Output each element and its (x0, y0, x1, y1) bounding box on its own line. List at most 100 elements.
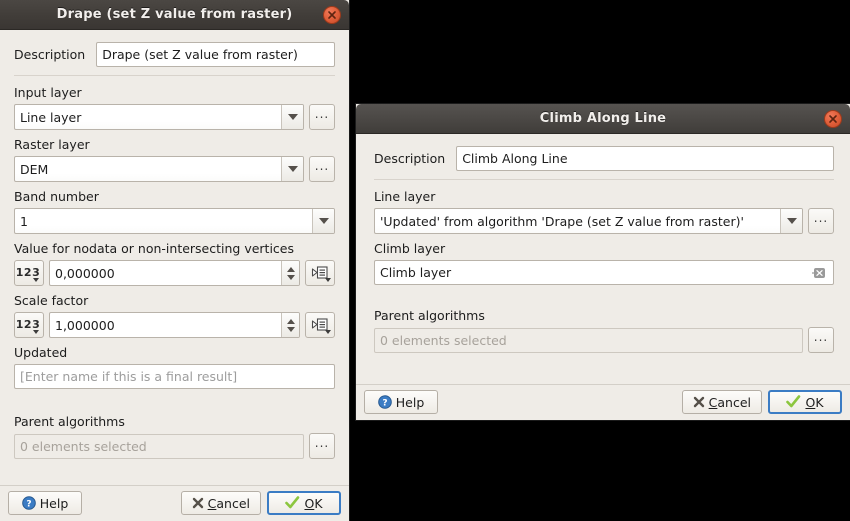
climb-dialog-footer: ? Help Cancel OK (356, 384, 850, 420)
nodata-value-row: 123 0,000000 (14, 260, 335, 286)
description-input[interactable]: Drape (set Z value from raster) (96, 42, 335, 67)
raster-layer-label: Raster layer (14, 137, 90, 152)
desktop-background: Drape (set Z value from raster) Descript… (0, 0, 850, 521)
parent-algorithms-block: Parent algorithms 0 elements selected ..… (14, 414, 335, 459)
chevron-down-icon[interactable] (780, 209, 802, 233)
spinner-arrows[interactable] (281, 313, 299, 337)
scale-factor-text: 1,000000 (55, 317, 115, 333)
scale-factor-spinbox[interactable]: 1,000000 (49, 312, 300, 338)
climb-line-layer-label: Line layer (374, 189, 436, 204)
scale-numeric-type-button[interactable]: 123 (14, 312, 44, 338)
climb-dialog-body: Description Climb Along Line Line layer … (356, 134, 850, 384)
cancel-button[interactable]: Cancel (180, 491, 261, 515)
drape-dialog-title: Drape (set Z value from raster) (56, 7, 293, 22)
parent-algorithms-row: 0 elements selected ... (14, 433, 335, 459)
updated-row: [Enter name if this is a final result] (14, 364, 335, 389)
close-x-icon (693, 396, 704, 408)
climb-line-layer-combo[interactable]: 'Updated' from algorithm 'Drape (set Z v… (374, 208, 803, 234)
chevron-down-icon[interactable] (281, 105, 303, 129)
scale-factor-row: 123 1,000000 (14, 312, 335, 338)
climb-layer-block: Climb layer Climb layer (374, 241, 834, 285)
raster-layer-browse-button[interactable]: ... (309, 156, 335, 182)
climb-help-button-label: Help (395, 394, 425, 410)
description-separator (14, 75, 335, 76)
ok-button[interactable]: OK (267, 491, 341, 515)
nodata-value-block: Value for nodata or non-intersecting ver… (14, 241, 335, 286)
nodata-value-spinbox[interactable]: 0,000000 (49, 260, 300, 286)
close-x-icon (192, 497, 203, 509)
ok-button-label: OK (304, 496, 322, 511)
ok-rest: K (314, 495, 323, 511)
climb-parent-algorithms-label: Parent algorithms (374, 308, 485, 323)
check-icon (786, 395, 801, 408)
check-icon (285, 496, 300, 509)
climb-layer-label: Climb layer (374, 241, 446, 256)
input-layer-browse-button[interactable]: ... (309, 104, 335, 130)
help-button[interactable]: ? Help (8, 491, 82, 515)
description-label: Description (14, 46, 86, 62)
band-number-combo[interactable]: 1 (14, 208, 335, 234)
raster-layer-value: DEM (20, 161, 49, 177)
climb-layer-input[interactable]: Climb layer (374, 260, 834, 285)
climb-along-line-dialog: Climb Along Line Description Climb Along… (355, 103, 850, 421)
scale-factor-label: Scale factor (14, 293, 89, 308)
raster-layer-combo[interactable]: DEM (14, 156, 304, 182)
chevron-down-icon[interactable] (281, 157, 303, 181)
input-layer-block: Input layer Line layer ... (14, 85, 335, 130)
spinner-arrows[interactable] (281, 261, 299, 285)
parent-algorithms-label: Parent algorithms (14, 414, 125, 429)
climb-parent-algorithms-block: Parent algorithms 0 elements selected ..… (374, 308, 834, 353)
climb-help-button[interactable]: ? Help (364, 390, 438, 414)
raster-layer-row: DEM ... (14, 156, 335, 182)
climb-parent-algorithms-browse-button[interactable]: ... (808, 327, 834, 353)
spinner-up-icon (286, 318, 295, 324)
parent-algorithms-browse-button[interactable]: ... (309, 433, 335, 459)
climb-dialog-titlebar[interactable]: Climb Along Line (356, 104, 850, 134)
band-number-block: Band number 1 (14, 189, 335, 234)
chevron-down-icon (33, 278, 39, 282)
clear-x-icon[interactable] (811, 266, 827, 280)
updated-input[interactable]: [Enter name if this is a final result] (14, 364, 335, 389)
climb-description-label: Description (374, 150, 446, 166)
close-icon[interactable] (323, 5, 341, 24)
raster-layer-block: Raster layer DEM ... (14, 137, 335, 182)
input-layer-label: Input layer (14, 85, 82, 100)
spinner-down-icon (286, 326, 295, 332)
band-number-label: Band number (14, 189, 99, 204)
climb-ok-accel: O (805, 394, 816, 410)
help-circle-icon: ? (21, 496, 36, 510)
climb-line-layer-value: 'Updated' from algorithm 'Drape (set Z v… (380, 213, 744, 229)
updated-block: Updated [Enter name if this is a final r… (14, 345, 335, 389)
close-icon[interactable] (824, 109, 842, 128)
nodata-numeric-type-button[interactable]: 123 (14, 260, 44, 286)
climb-cancel-button[interactable]: Cancel (681, 390, 762, 414)
climb-description-input[interactable]: Climb Along Line (456, 146, 834, 171)
numeric-type-label: 123 (15, 317, 41, 331)
input-layer-value: Line layer (20, 109, 82, 125)
input-layer-combo[interactable]: Line layer (14, 104, 304, 130)
band-number-value: 1 (20, 213, 28, 229)
climb-line-layer-row: 'Updated' from algorithm 'Drape (set Z v… (374, 208, 834, 234)
input-layer-row: Line layer ... (14, 104, 335, 130)
help-circle-icon: ? (377, 395, 392, 409)
svg-text:?: ? (26, 499, 31, 509)
updated-label: Updated (14, 345, 68, 360)
drape-dialog-body: Description Drape (set Z value from rast… (0, 30, 349, 485)
climb-parent-algorithms-input: 0 elements selected (374, 327, 803, 353)
climb-ok-button-label: OK (805, 395, 823, 410)
drape-dialog-footer: ? Help Cancel OK (0, 485, 349, 521)
spinner-down-icon (286, 274, 295, 280)
climb-cancel-rest: ancel (717, 394, 751, 410)
climb-line-layer-browse-button[interactable]: ... (808, 208, 834, 234)
drape-dialog-titlebar[interactable]: Drape (set Z value from raster) (0, 0, 349, 30)
drape-dialog: Drape (set Z value from raster) Descript… (0, 0, 350, 521)
climb-line-layer-block: Line layer 'Updated' from algorithm 'Dra… (374, 189, 834, 234)
description-row: Description Drape (set Z value from rast… (14, 42, 335, 67)
nodata-value-text: 0,000000 (55, 265, 115, 281)
scale-data-defined-override-button[interactable] (305, 312, 335, 338)
climb-dialog-title: Climb Along Line (539, 111, 667, 126)
chevron-down-icon[interactable] (312, 209, 334, 233)
nodata-data-defined-override-button[interactable] (305, 260, 335, 286)
spinner-up-icon (286, 266, 295, 272)
climb-ok-button[interactable]: OK (768, 390, 842, 414)
